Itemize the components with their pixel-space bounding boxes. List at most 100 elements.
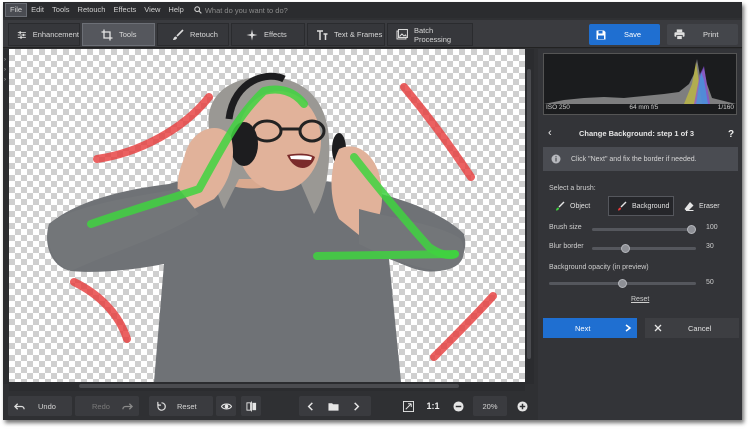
search-icon	[194, 6, 202, 14]
tab-enhancement[interactable]: Enhancement	[8, 23, 80, 46]
tab-effects[interactable]: Effects	[231, 23, 305, 46]
chevron-right-icon: ›	[4, 77, 6, 83]
undo-label: Undo	[38, 401, 56, 411]
menubar: File Edit Tools Retouch Effects View Hel…	[3, 2, 742, 18]
menu-effects[interactable]: Effects	[109, 3, 140, 17]
tab-retouch-label: Retouch	[190, 30, 218, 39]
brush-size-label: Brush size	[549, 224, 582, 231]
brush-size-value: 100	[706, 224, 718, 231]
undo-icon	[14, 402, 25, 410]
navigation-group	[299, 396, 371, 416]
save-label: Save	[624, 30, 642, 39]
background-opacity-slider-knob[interactable]	[618, 279, 627, 288]
redo-label: Redo	[92, 401, 110, 411]
step-title: Change Background: step 1 of 3	[579, 128, 695, 138]
preview-button[interactable]	[216, 396, 236, 416]
background-brush-button[interactable]: Background	[608, 196, 674, 216]
fit-screen-button[interactable]	[399, 396, 417, 416]
undo-button[interactable]: Undo	[8, 396, 72, 416]
main-toolbar: Enhancement Tools Retouch Effects Text &…	[3, 20, 742, 48]
tab-retouch[interactable]: Retouch	[157, 23, 229, 46]
tab-text-frames-label: Text & Frames	[334, 30, 383, 39]
blur-border-slider-knob[interactable]	[620, 244, 630, 253]
actual-size-button[interactable]: 1:1	[423, 396, 443, 416]
right-panel: ISO 250 64 mm f/5 1/160 ‹ Change Backgro…	[538, 49, 742, 420]
eraser-icon	[684, 202, 694, 211]
folder-icon[interactable]	[328, 401, 339, 412]
compare-button[interactable]	[241, 396, 261, 416]
eraser-brush-button[interactable]: Eraser	[676, 196, 736, 216]
back-arrow-icon[interactable]: ‹	[548, 127, 552, 139]
text-icon	[317, 29, 328, 40]
compare-icon	[245, 400, 256, 412]
help-icon[interactable]: ?	[726, 128, 736, 138]
chevron-right-icon	[625, 324, 632, 332]
object-brush-label: Object	[570, 202, 591, 210]
hint-text: Click "Next" and fix the border if neede…	[571, 155, 697, 163]
zoom-out-button[interactable]	[451, 396, 465, 416]
reset-icon	[157, 401, 166, 411]
tab-text-frames[interactable]: Text & Frames	[307, 23, 385, 46]
redo-button[interactable]: Redo	[75, 396, 139, 416]
chevron-right-icon: ›	[4, 67, 6, 73]
images-icon	[396, 28, 408, 39]
cancel-button[interactable]: Cancel	[645, 318, 739, 338]
blur-border-label: Blur border	[549, 243, 584, 250]
vertical-scrollbar[interactable]	[525, 49, 534, 384]
chevron-right-icon: ›	[4, 57, 6, 63]
next-button[interactable]: Next	[543, 318, 637, 338]
lens-value: 64 mm f/5	[629, 104, 659, 111]
tab-enhancement-label: Enhancement	[32, 30, 79, 39]
photo-subject	[47, 72, 497, 382]
image-canvas[interactable]	[9, 49, 525, 382]
search-input[interactable]	[204, 5, 345, 15]
brush-size-slider[interactable]	[592, 228, 696, 231]
menu-file[interactable]: File	[5, 3, 28, 17]
photo-info: ISO 250 64 mm f/5 1/160	[543, 104, 737, 115]
shutter-value: 1/160	[717, 104, 734, 111]
close-icon	[654, 324, 662, 332]
tab-batch-processing[interactable]: Batch Processing	[387, 23, 473, 46]
zoom-in-button[interactable]	[515, 396, 529, 416]
eraser-brush-label: Eraser	[699, 202, 720, 210]
print-label: Print	[703, 30, 719, 39]
histogram-graph	[544, 59, 736, 104]
tab-tools[interactable]: Tools	[82, 23, 155, 46]
menu-view[interactable]: View	[140, 3, 164, 17]
tab-batch-processing-label: Batch Processing	[413, 25, 452, 44]
horizontal-scrollbar[interactable]	[9, 382, 525, 391]
app-window: File Edit Tools Retouch Effects View Hel…	[3, 2, 742, 420]
cancel-label: Cancel	[688, 323, 712, 333]
object-brush-button[interactable]: Object	[547, 196, 602, 216]
printer-icon	[674, 29, 685, 40]
step-header: ‹ Change Background: step 1 of 3 ?	[538, 123, 742, 143]
redo-icon	[122, 402, 133, 410]
zoom-level[interactable]: 20%	[473, 396, 507, 416]
reset-link[interactable]: Reset	[631, 296, 649, 303]
crop-icon	[101, 29, 113, 40]
sliders-icon	[17, 30, 26, 39]
chevron-left-icon[interactable]	[305, 401, 316, 412]
minus-circle-icon	[452, 400, 464, 412]
bottom-toolbar: Undo Redo Reset 1:1 20%	[3, 391, 538, 420]
blur-border-slider[interactable]	[592, 247, 696, 250]
menu-edit[interactable]: Edit	[27, 3, 48, 17]
background-opacity-value: 50	[706, 279, 714, 286]
plus-circle-icon	[516, 400, 528, 412]
print-button[interactable]: Print	[667, 24, 738, 45]
menu-help[interactable]: Help	[164, 3, 187, 17]
tab-tools-label: Tools	[119, 30, 137, 39]
red-brush-icon	[618, 201, 627, 211]
chevron-right-icon[interactable]	[351, 401, 362, 412]
menu-retouch[interactable]: Retouch	[74, 3, 110, 17]
brush-icon	[173, 28, 184, 40]
menu-tools[interactable]: Tools	[48, 3, 74, 17]
reset-button[interactable]: Reset	[149, 396, 213, 416]
tab-effects-label: Effects	[264, 30, 287, 39]
vertical-scroll-thumb[interactable]	[527, 69, 531, 359]
iso-value: ISO 250	[546, 104, 570, 111]
horizontal-scroll-thumb[interactable]	[79, 384, 459, 388]
brush-size-slider-knob[interactable]	[687, 225, 696, 234]
save-button[interactable]: Save	[589, 24, 660, 45]
subject-sweater	[47, 169, 466, 382]
